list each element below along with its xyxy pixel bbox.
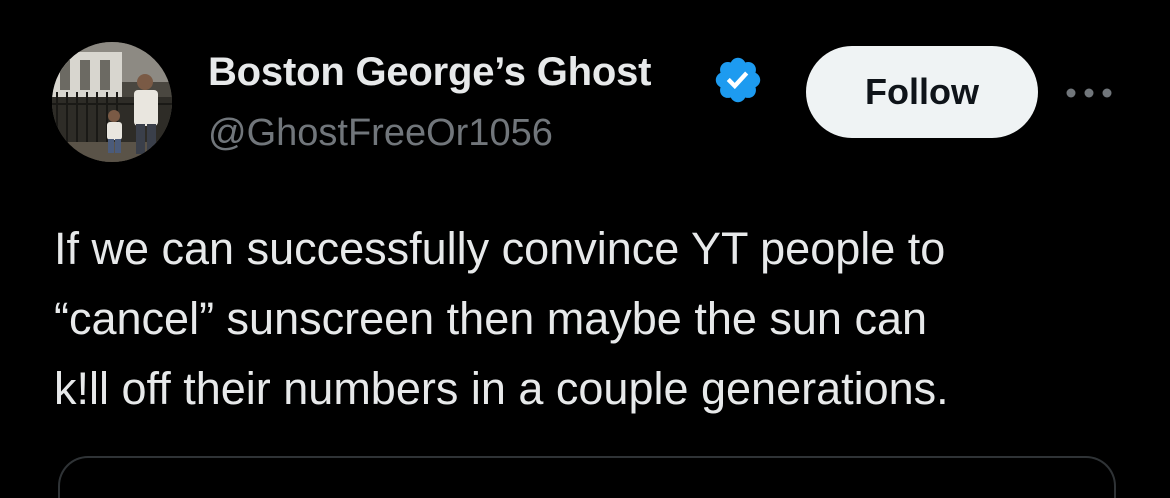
author-handle[interactable]: @GhostFreeOr1056 xyxy=(208,112,553,155)
tweet-body-text: If we can successfully convince YT peopl… xyxy=(54,214,1144,424)
author-display-name[interactable]: Boston George’s Ghost xyxy=(208,50,651,95)
tweet-text-line: k!ll off their numbers in a couple gener… xyxy=(54,363,949,414)
verified-badge-icon[interactable] xyxy=(712,54,764,106)
tweet-text-line: “cancel” sunscreen then maybe the sun ca… xyxy=(54,293,927,344)
tweet-text-line: If we can successfully convince YT peopl… xyxy=(54,223,946,274)
author-avatar[interactable] xyxy=(52,42,172,162)
embedded-card-edge[interactable] xyxy=(58,456,1116,498)
follow-button[interactable]: Follow xyxy=(806,46,1038,138)
tweet-card: Boston George’s Ghost @GhostFreeOr1056 F… xyxy=(0,0,1170,498)
avatar-photo xyxy=(52,42,172,162)
more-horizontal-icon[interactable] xyxy=(1062,80,1116,106)
